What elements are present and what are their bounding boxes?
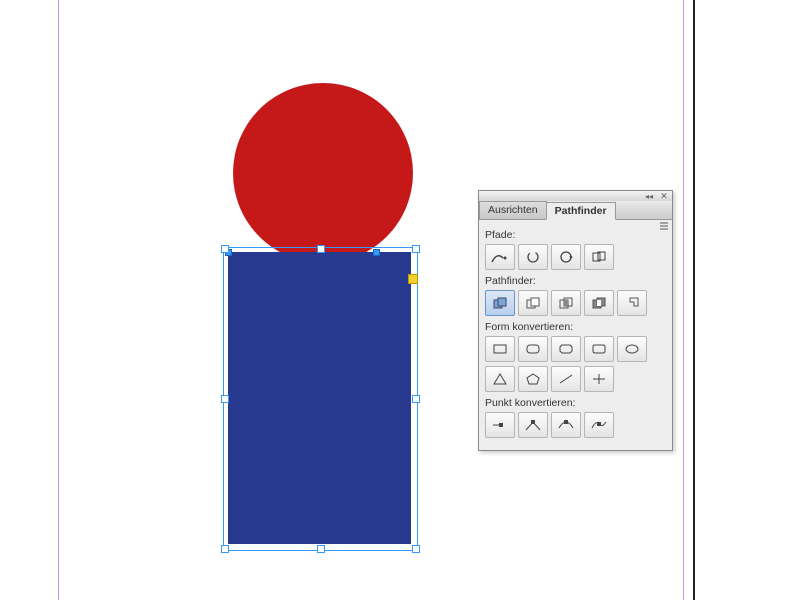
pathfinder-panel: ◂◂ ✕ Ausrichten Pathfinder Pfade: Pathfi…	[478, 190, 673, 451]
tab-pathfinder[interactable]: Pathfinder	[546, 202, 616, 220]
shape-rectangle[interactable]	[228, 252, 411, 544]
pathfinder-add-button[interactable]	[485, 290, 515, 316]
anchor-tl[interactable]	[225, 249, 232, 256]
section-convert-point: Punkt konvertieren:	[485, 397, 666, 409]
panel-titlebar[interactable]: ◂◂ ✕	[479, 191, 672, 201]
close-icon[interactable]: ✕	[659, 191, 669, 201]
resize-handle[interactable]	[317, 545, 325, 553]
document-canvas[interactable]	[0, 0, 800, 600]
resize-handle[interactable]	[412, 545, 420, 553]
join-path-button[interactable]	[485, 244, 515, 270]
shape-circle[interactable]	[233, 83, 413, 263]
pathfinder-minusback-button[interactable]	[617, 290, 647, 316]
section-paths: Pfade:	[485, 229, 666, 241]
live-corner-widget[interactable]	[408, 274, 418, 284]
section-pathfinder: Pathfinder:	[485, 275, 666, 287]
point-symmetrical-button[interactable]	[584, 412, 614, 438]
anchor-tm-inner[interactable]	[373, 249, 380, 256]
section-convert-shape: Form konvertieren:	[485, 321, 666, 333]
panel-body: Pfade: Pathfinder: Form konvertieren:	[479, 220, 672, 450]
reverse-path-button[interactable]	[584, 244, 614, 270]
pathfinder-exclude-button[interactable]	[584, 290, 614, 316]
close-path-button[interactable]	[551, 244, 581, 270]
open-path-button[interactable]	[518, 244, 548, 270]
resize-handle[interactable]	[412, 395, 420, 403]
collapse-icon[interactable]: ◂◂	[643, 192, 655, 201]
tab-align[interactable]: Ausrichten	[479, 201, 547, 219]
point-plain-button[interactable]	[485, 412, 515, 438]
convert-polygon-button[interactable]	[518, 366, 548, 392]
convert-orthogonal-line-button[interactable]	[584, 366, 614, 392]
panel-tabs: Ausrichten Pathfinder	[479, 201, 672, 220]
convert-rounded-button[interactable]	[518, 336, 548, 362]
convert-rectangle-button[interactable]	[485, 336, 515, 362]
point-corner-button[interactable]	[518, 412, 548, 438]
guide-right	[683, 0, 684, 600]
ruler-line	[693, 0, 695, 600]
convert-inverse-rounded-button[interactable]	[584, 336, 614, 362]
guide-left	[58, 0, 59, 600]
convert-line-button[interactable]	[551, 366, 581, 392]
convert-ellipse-button[interactable]	[617, 336, 647, 362]
convert-triangle-button[interactable]	[485, 366, 515, 392]
resize-handle[interactable]	[412, 245, 420, 253]
point-smooth-button[interactable]	[551, 412, 581, 438]
flyout-menu-icon[interactable]	[659, 221, 669, 231]
pathfinder-subtract-button[interactable]	[518, 290, 548, 316]
convert-beveled-button[interactable]	[551, 336, 581, 362]
resize-handle[interactable]	[221, 545, 229, 553]
pathfinder-intersect-button[interactable]	[551, 290, 581, 316]
